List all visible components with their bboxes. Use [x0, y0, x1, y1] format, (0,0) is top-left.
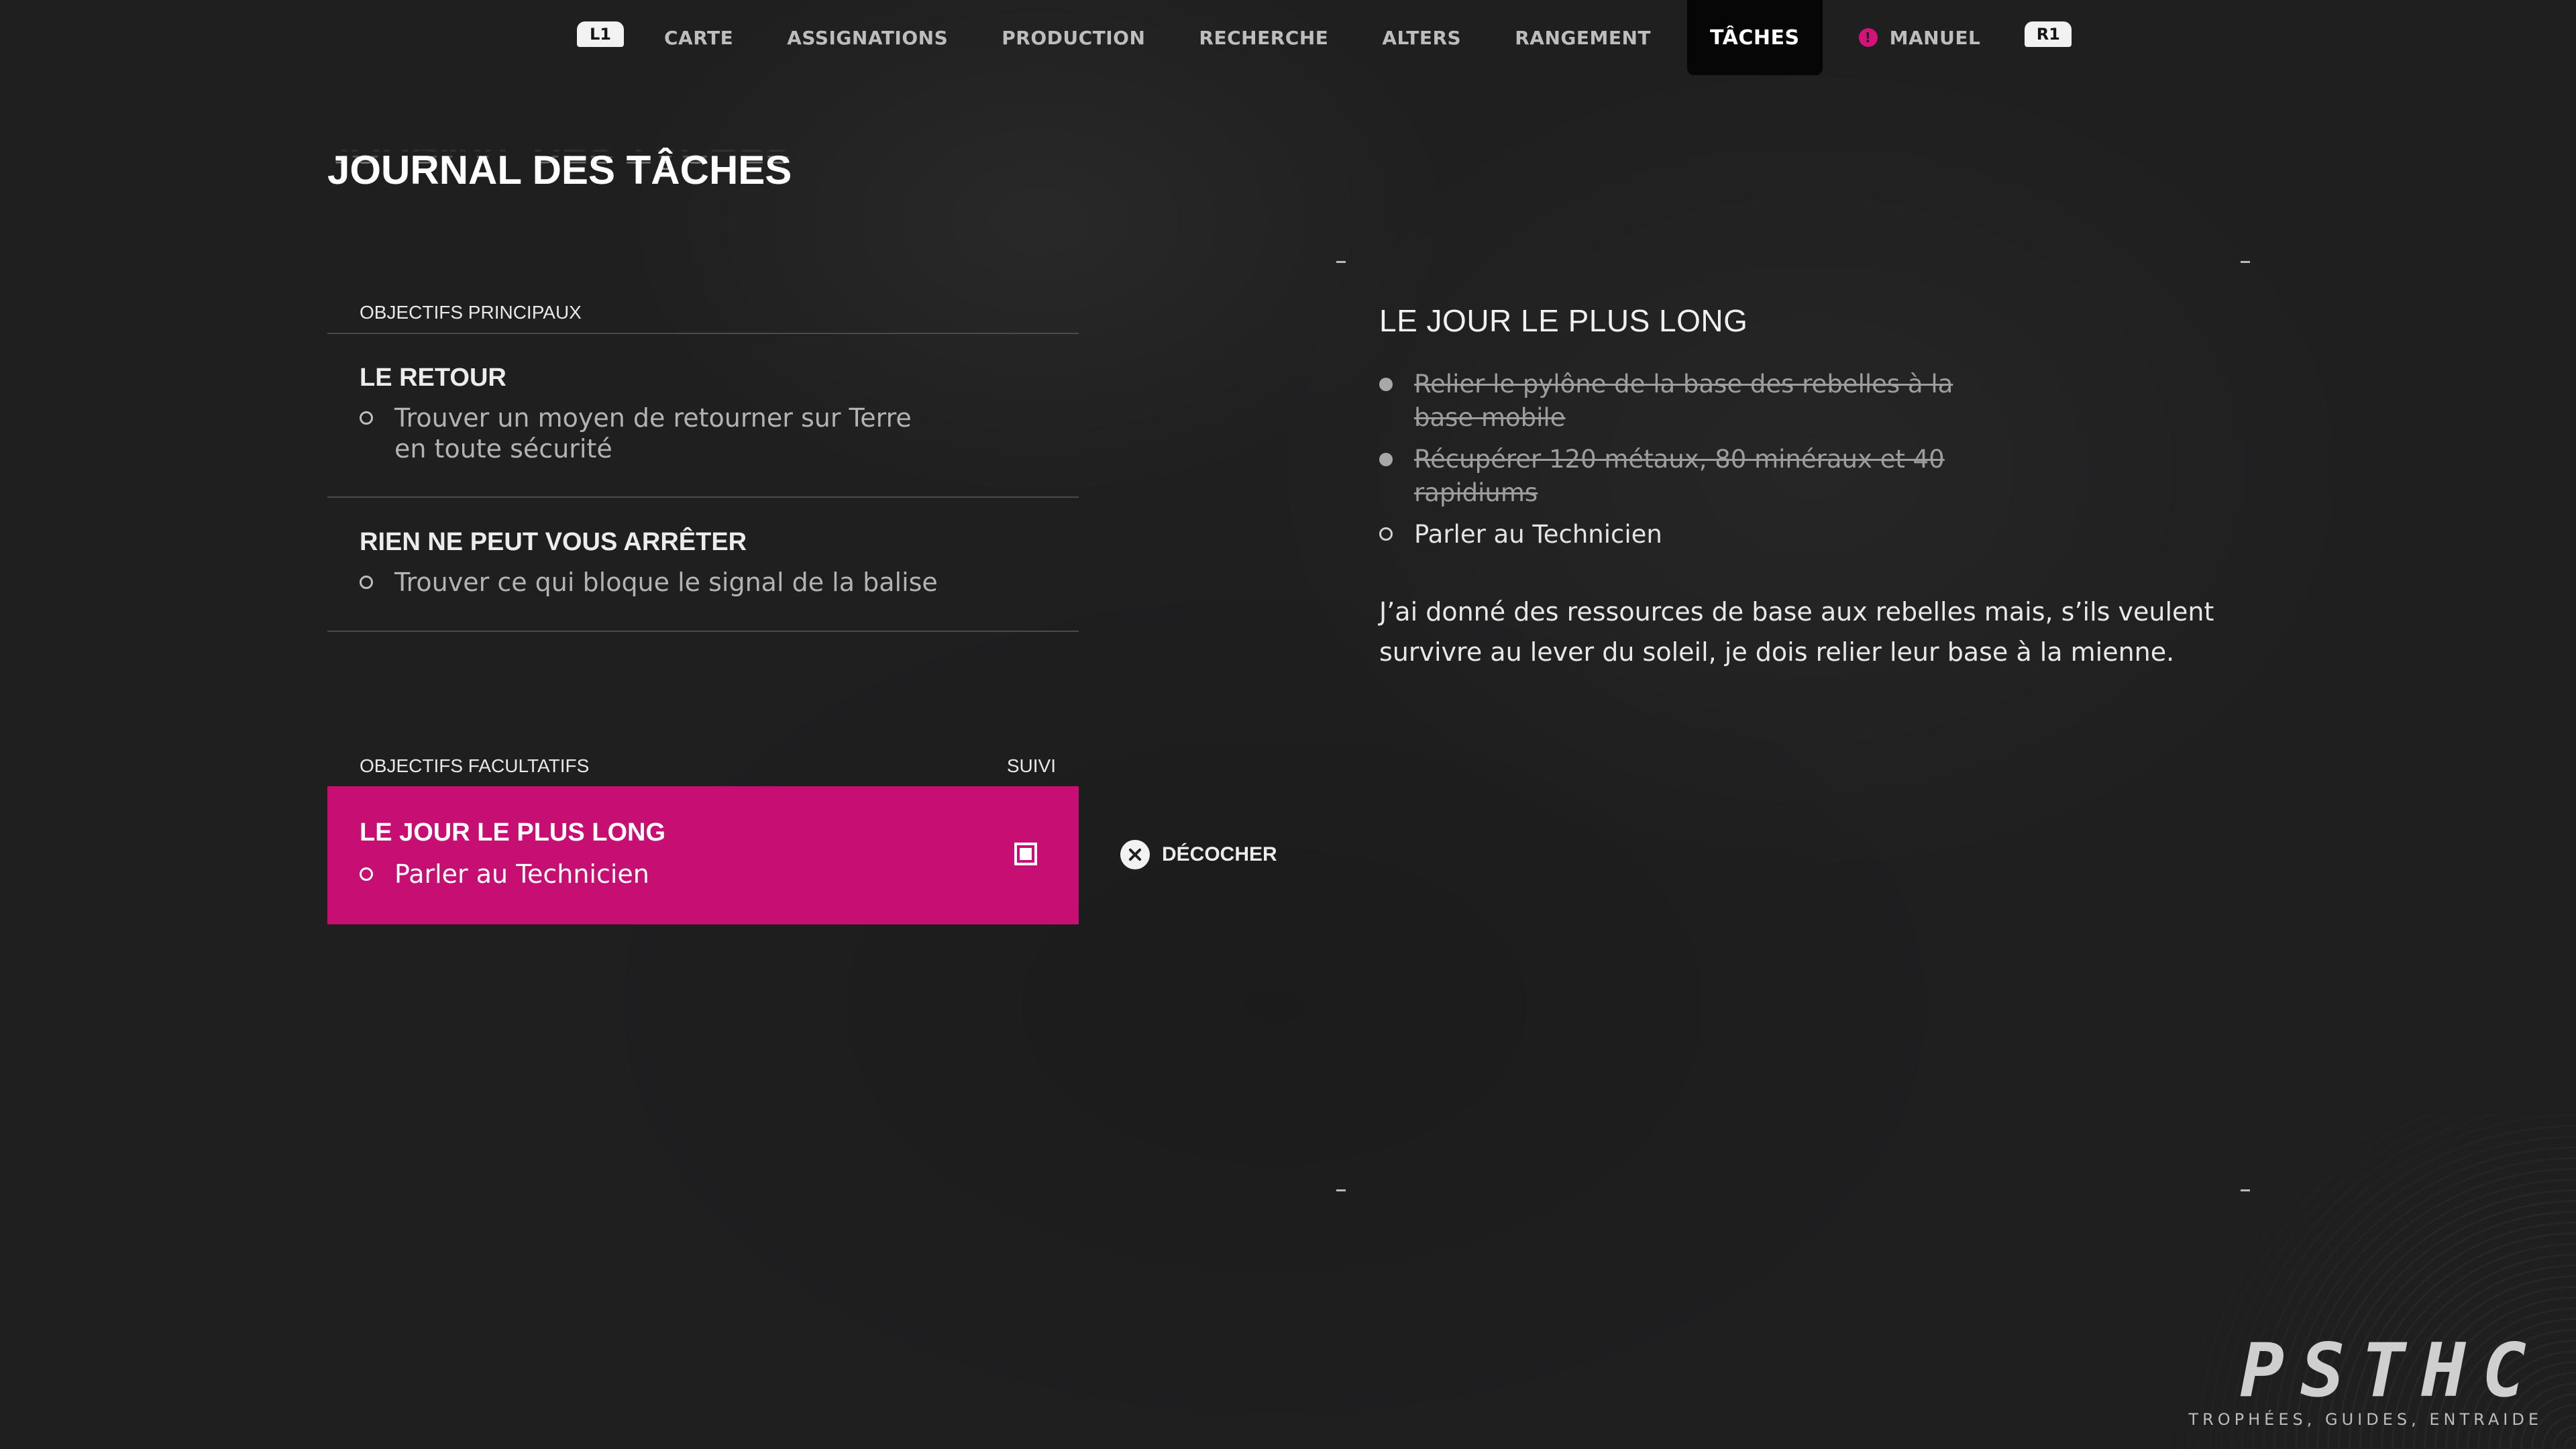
- quest-objective: Parler au Technicien: [360, 859, 1079, 890]
- quest-title: LE JOUR LE PLUS LONG: [360, 818, 666, 847]
- detail-step-pending: Parler au Technicien: [1379, 518, 2050, 551]
- detail-step-text: Relier le pylône de la base des rebelles…: [1414, 370, 1953, 432]
- objective-circle-icon: [1379, 527, 1393, 541]
- alert-icon: !: [1858, 28, 1878, 47]
- tab-alters[interactable]: ALTERS: [1355, 0, 1488, 75]
- quest-title: RIEN NE PEUT VOUS ARRÊTER: [360, 528, 747, 556]
- optional-objectives-label: OBJECTIFS FACULTATIFS: [360, 755, 590, 776]
- detail-step-text: Parler au Technicien: [1414, 520, 1662, 549]
- tracked-checkbox-icon[interactable]: [1014, 843, 1037, 865]
- detail-title: LE JOUR LE PLUS LONG: [1379, 303, 1748, 338]
- tracked-checkbox-fill: [1020, 848, 1032, 860]
- divider: [327, 496, 1079, 498]
- quest-objective-text: Trouver un moyen de retourner sur Terre …: [394, 403, 912, 464]
- watermark: PSTHC TROPHÉES, GUIDES, ENTRAIDE: [2188, 1334, 2542, 1429]
- watermark-tagline: TROPHÉES, GUIDES, ENTRAIDE: [2188, 1410, 2542, 1429]
- completed-dot-icon: [1379, 378, 1393, 391]
- tab-recherche[interactable]: RECHERCHE: [1172, 0, 1355, 75]
- quest-rien-ne-peut-vous-arreter[interactable]: RIEN NE PEUT VOUS ARRÊTER Trouver ce qui…: [327, 525, 1079, 598]
- r1-button-hint[interactable]: R1: [2025, 21, 2072, 47]
- divider: [327, 333, 1079, 334]
- uncheck-label: DÉCOCHER: [1162, 843, 1277, 865]
- detail-step-completed: Relier le pylône de la base des rebelles…: [1379, 368, 2050, 435]
- panel-corner-mark: [2241, 261, 2250, 263]
- page-title-reflection: JOURNAL DES TÂCHES: [327, 148, 792, 176]
- tab-rangement[interactable]: RANGEMENT: [1488, 0, 1678, 75]
- main-objectives-header: OBJECTIFS PRINCIPAUX: [327, 302, 1079, 323]
- panel-corner-mark: [2241, 1189, 2250, 1191]
- l1-button-hint[interactable]: L1: [577, 21, 624, 47]
- quest-objective: Trouver ce qui bloque le signal de la ba…: [360, 567, 1079, 598]
- optional-objectives-header: OBJECTIFS FACULTATIFS SUIVI: [327, 755, 1079, 777]
- completed-dot-icon: [1379, 453, 1393, 466]
- uncheck-action[interactable]: DÉCOCHER: [1120, 840, 1277, 869]
- objective-circle-icon: [360, 576, 373, 589]
- panel-corner-mark: [1336, 1189, 1346, 1191]
- tab-assignations[interactable]: ASSIGNATIONS: [760, 0, 975, 75]
- quest-le-retour[interactable]: LE RETOUR Trouver un moyen de retourner …: [327, 361, 1079, 464]
- watermark-logo: PSTHC: [2239, 1328, 2542, 1413]
- tab-manuel-label: MANUEL: [1889, 26, 1981, 49]
- tab-production[interactable]: PRODUCTION: [975, 0, 1172, 75]
- main-objectives-label: OBJECTIFS PRINCIPAUX: [360, 302, 582, 323]
- objective-circle-icon: [360, 867, 373, 881]
- quest-objective: Trouver un moyen de retourner sur Terre …: [360, 402, 1079, 464]
- quest-title: LE RETOUR: [360, 364, 506, 392]
- quest-objective-text: Trouver ce qui bloque le signal de la ba…: [394, 568, 938, 597]
- quest-le-jour-le-plus-long[interactable]: LE JOUR LE PLUS LONG Parler au Technicie…: [327, 786, 1079, 924]
- detail-steps: Relier le pylône de la base des rebelles…: [1379, 368, 2050, 559]
- objective-circle-icon: [360, 411, 373, 425]
- divider: [327, 631, 1079, 632]
- cross-button-icon: [1120, 840, 1150, 869]
- detail-description: J’ai donné des ressources de base aux re…: [1379, 597, 2214, 667]
- tab-taches[interactable]: TÂCHES: [1687, 0, 1823, 75]
- tab-manuel[interactable]: ! MANUEL: [1832, 0, 2025, 75]
- top-navigation: L1 CARTE ASSIGNATIONS PRODUCTION RECHERC…: [577, 0, 2072, 75]
- detail-step-text: Récupérer 120 métaux, 80 minéraux et 40 …: [1414, 445, 1945, 507]
- quest-objective-text: Parler au Technicien: [394, 859, 649, 889]
- panel-corner-mark: [1336, 261, 1346, 263]
- quest-log-screen: L1 CARTE ASSIGNATIONS PRODUCTION RECHERC…: [0, 0, 2576, 1449]
- tracked-label: SUIVI: [1006, 755, 1056, 776]
- tab-carte[interactable]: CARTE: [624, 0, 760, 75]
- detail-step-completed: Récupérer 120 métaux, 80 minéraux et 40 …: [1379, 443, 2050, 510]
